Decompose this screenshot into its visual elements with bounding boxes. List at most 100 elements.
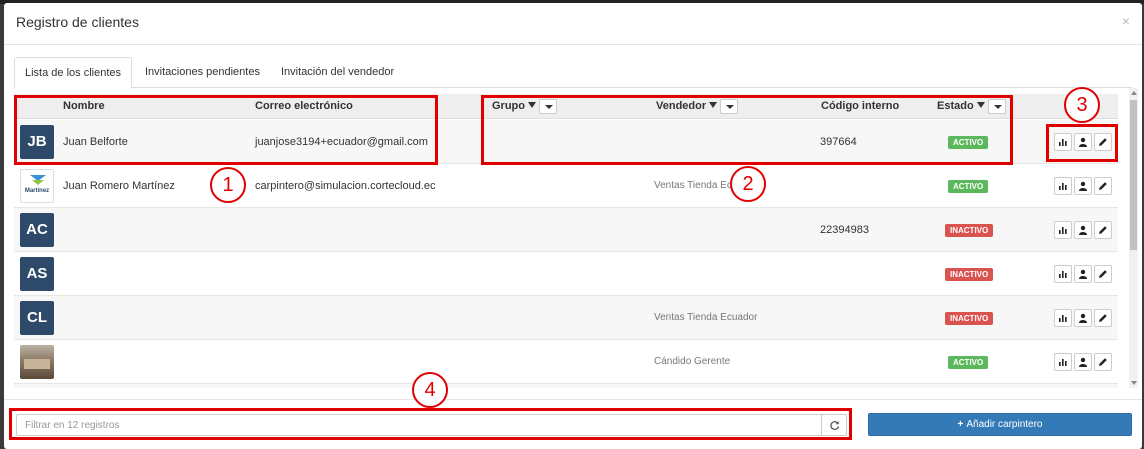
brand-logo-icon — [30, 175, 46, 185]
pencil-icon — [1099, 182, 1107, 190]
stats-button[interactable] — [1054, 309, 1072, 327]
table-row[interactable]: CL Ventas Tienda Ecuador INACTIVO — [14, 296, 1118, 340]
close-icon[interactable]: × — [1122, 13, 1130, 29]
modal-header: Registro de clientes × — [4, 3, 1142, 45]
cell-vendedor: Cándido Gerente — [654, 356, 731, 367]
column-header-grupo: Grupo — [492, 94, 557, 119]
refresh-icon — [830, 421, 840, 430]
user-icon — [1079, 225, 1087, 235]
column-header-vendedor-label: Vendedor — [656, 100, 707, 112]
column-header-codigo[interactable]: Código interno — [821, 94, 899, 119]
cell-correo: carpintero@simulacion.cortecloud.ec — [255, 180, 436, 192]
row-actions — [1050, 265, 1114, 283]
bar-chart-icon — [1059, 227, 1067, 234]
stats-button[interactable] — [1054, 221, 1072, 239]
row-actions — [1050, 309, 1114, 327]
column-header-nombre[interactable]: Nombre — [63, 94, 105, 119]
refresh-button[interactable] — [821, 414, 847, 436]
table-scrollbar[interactable] — [1129, 88, 1138, 388]
table-row[interactable]: AS INACTIVO — [14, 252, 1118, 296]
status-badge: ACTIVO — [948, 136, 989, 149]
filter-icon[interactable] — [528, 102, 536, 109]
estado-dropdown-button[interactable] — [987, 98, 1006, 114]
pencil-icon — [1099, 314, 1107, 322]
user-button[interactable] — [1074, 265, 1092, 283]
tab-bar: Lista de los clientes Invitaciones pendi… — [14, 57, 1132, 89]
avatar: JB — [20, 125, 54, 159]
brand-logo-text: Martínez — [24, 188, 50, 194]
row-actions — [1050, 221, 1114, 239]
tab-seller-invitation[interactable]: Invitación del vendedor — [271, 57, 404, 88]
user-icon — [1079, 313, 1087, 323]
table-row[interactable]: AC 22394983 INACTIVO — [14, 208, 1118, 252]
cell-nombre: Juan Belforte — [63, 136, 128, 148]
bar-chart-icon — [1059, 183, 1067, 190]
tab-pending-invitations[interactable]: Invitaciones pendientes — [135, 57, 270, 88]
pencil-icon — [1099, 270, 1107, 278]
status-badge: ACTIVO — [948, 356, 989, 369]
row-actions — [1050, 177, 1114, 195]
user-icon — [1079, 181, 1087, 191]
edit-button[interactable] — [1094, 221, 1112, 239]
user-button[interactable] — [1074, 353, 1092, 371]
table-row[interactable]: Cándido Gerente ACTIVO — [14, 340, 1118, 384]
column-header-grupo-label: Grupo — [492, 100, 525, 112]
cell-correo: juanjose3194+ecuador@gmail.com — [255, 136, 428, 148]
row-actions — [1050, 353, 1114, 371]
footer-divider — [4, 399, 1142, 400]
modal-title: Registro de clientes — [16, 14, 139, 30]
pencil-icon — [1099, 358, 1107, 366]
user-button[interactable] — [1074, 133, 1092, 151]
scroll-up-icon[interactable] — [1131, 91, 1137, 95]
add-carpenter-button[interactable]: + Añadir carpintero — [868, 413, 1132, 436]
user-button[interactable] — [1074, 309, 1092, 327]
row-actions — [1050, 133, 1114, 151]
client-registry-modal: Registro de clientes × Lista de los clie… — [4, 3, 1142, 449]
status-badge: INACTIVO — [945, 312, 994, 325]
stats-button[interactable] — [1054, 177, 1072, 195]
column-header-correo[interactable]: Correo electrónico — [255, 94, 353, 119]
bar-chart-icon — [1059, 271, 1067, 278]
column-header-estado-label: Estado — [937, 100, 974, 112]
grupo-dropdown-button[interactable] — [539, 98, 557, 114]
user-icon — [1079, 269, 1087, 279]
cell-vendedor: Ventas Tienda Ecuador — [654, 180, 758, 191]
stats-button[interactable] — [1054, 353, 1072, 371]
filter-input[interactable] — [16, 414, 822, 436]
table-row[interactable]: Martínez Juan Romero Martínez carpintero… — [14, 164, 1118, 208]
vendedor-dropdown-button[interactable] — [720, 98, 739, 114]
cell-vendedor: Ventas Tienda Ecuador — [654, 312, 758, 323]
column-header-vendedor: Vendedor — [656, 94, 739, 119]
stats-button[interactable] — [1054, 265, 1072, 283]
table-row[interactable]: JB Juan Belforte juanjose3194+ecuador@gm… — [14, 120, 1118, 164]
bar-chart-icon — [1059, 315, 1067, 322]
avatar: AC — [20, 213, 54, 247]
edit-button[interactable] — [1094, 353, 1112, 371]
pencil-icon — [1099, 226, 1107, 234]
avatar — [20, 345, 54, 379]
user-button[interactable] — [1074, 221, 1092, 239]
user-button[interactable] — [1074, 177, 1092, 195]
user-icon — [1079, 357, 1087, 367]
filter-icon[interactable] — [709, 102, 718, 109]
avatar: Martínez — [20, 169, 54, 203]
status-badge: ACTIVO — [948, 180, 989, 193]
edit-button[interactable] — [1094, 265, 1112, 283]
column-header-estado: Estado — [937, 94, 1006, 119]
filter-icon[interactable] — [976, 102, 985, 109]
scroll-thumb[interactable] — [1130, 100, 1137, 250]
status-badge: INACTIVO — [945, 224, 994, 237]
cell-codigo: 397664 — [820, 136, 857, 148]
edit-button[interactable] — [1094, 177, 1112, 195]
edit-button[interactable] — [1094, 133, 1112, 151]
scroll-down-icon[interactable] — [1131, 381, 1137, 385]
stats-button[interactable] — [1054, 133, 1072, 151]
edit-button[interactable] — [1094, 309, 1112, 327]
bar-chart-icon — [1059, 359, 1067, 366]
tab-client-list[interactable]: Lista de los clientes — [14, 57, 132, 89]
cell-codigo: 22394983 — [820, 224, 869, 236]
add-carpenter-label: Añadir carpintero — [966, 419, 1043, 430]
clients-table: Nombre Correo electrónico Grupo Vendedor… — [14, 94, 1118, 388]
bar-chart-icon — [1059, 139, 1067, 146]
table-row[interactable] — [14, 384, 1118, 388]
